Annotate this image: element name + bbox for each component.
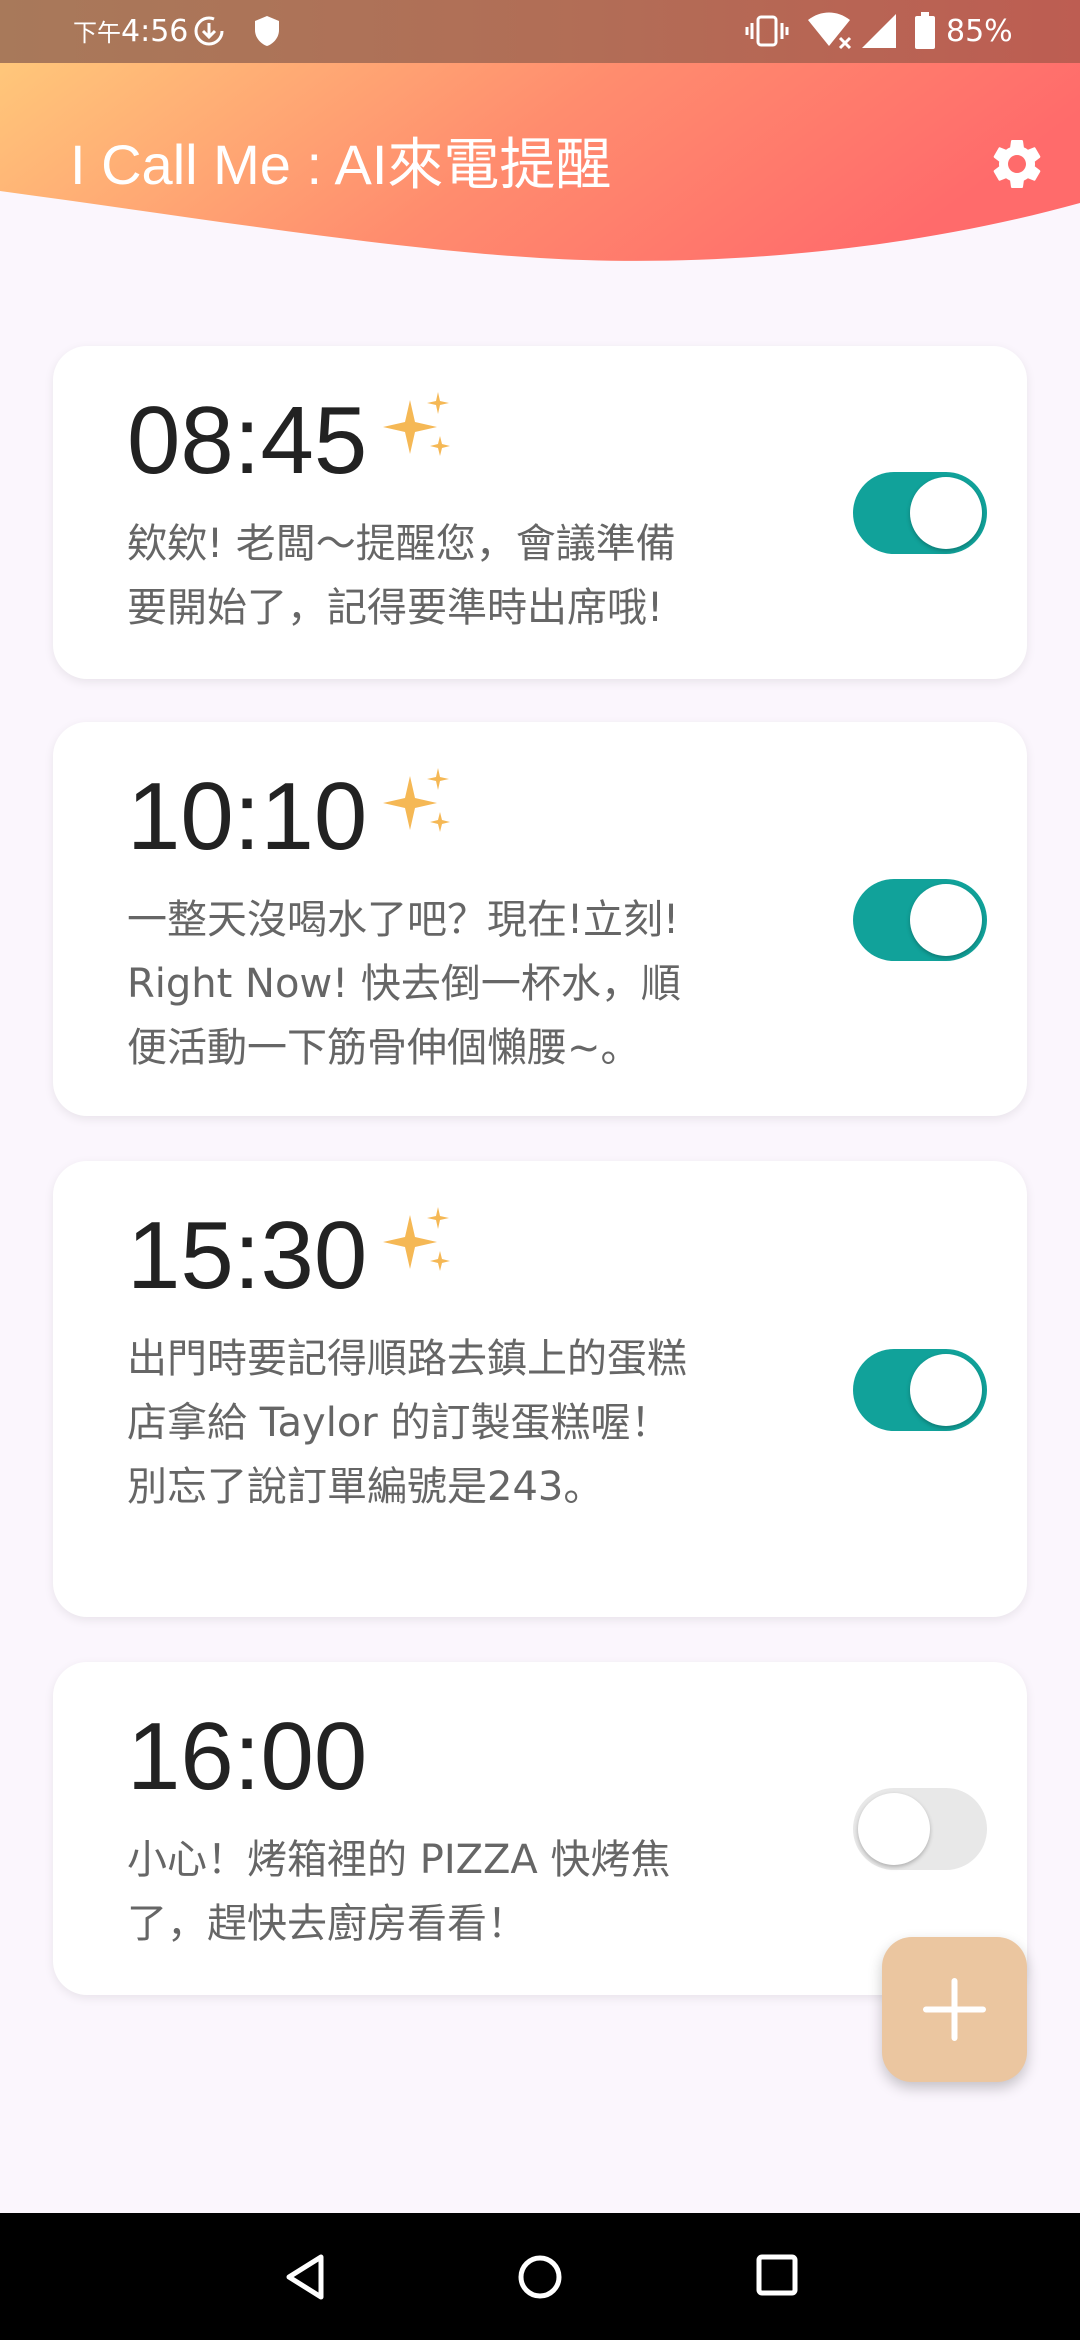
signal-icon (862, 14, 896, 48)
status-ampm: 下午 (73, 19, 121, 47)
plus-icon (923, 1978, 986, 2041)
status-bar: 下午4:56 85% (0, 0, 1080, 63)
reminder-time: 10:10 (127, 763, 368, 870)
reminder-time: 15:30 (127, 1202, 368, 1309)
reminder-toggle[interactable] (853, 1788, 987, 1870)
status-clock: 4:56 (121, 14, 189, 49)
wifi-icon (808, 12, 852, 50)
reminder-toggle[interactable] (853, 1349, 987, 1431)
status-time: 下午4:56 (73, 13, 188, 52)
download-icon (194, 16, 224, 46)
reminder-message: 出門時要記得順路去鎮上的蛋糕店拿給 Taylor 的訂製蛋糕喔！別忘了說訂單編號… (127, 1336, 687, 1510)
sparkle-icon (383, 392, 450, 456)
reminder-toggle[interactable] (853, 879, 987, 961)
reminder-message: 欸欸! 老闆～提醒您，會議準備要開始了，記得要準時出席哦! (127, 521, 676, 631)
reminder-card[interactable]: 15:30 出門時要記得順路去鎮上的蛋糕店拿給 Taylor 的訂製蛋糕喔！別忘… (53, 1161, 1027, 1617)
home-icon[interactable] (516, 2253, 564, 2301)
reminder-card[interactable]: 16:00 小心！烤箱裡的 PIZZA 快烤焦了，趕快去廚房看看！ (53, 1662, 1027, 1995)
reminder-card[interactable]: 10:10 一整天沒喝水了吧？現在!立刻! Right Now! 快去倒一杯水，… (53, 722, 1027, 1116)
sparkle-icon (383, 768, 450, 832)
gear-icon[interactable] (987, 134, 1047, 194)
shield-icon (255, 16, 279, 46)
reminder-time: 08:45 (127, 387, 368, 494)
vibrate-icon (745, 15, 789, 47)
sparkle-icon (383, 1207, 450, 1271)
reminder-card[interactable]: 08:45 欸欸! 老闆～提醒您，會議準備要開始了，記得要準時出席哦! (53, 346, 1027, 679)
toggle-knob (910, 884, 982, 956)
add-reminder-button[interactable] (882, 1937, 1027, 2082)
app-title: I Call Me : AI來電提醒 (70, 133, 612, 196)
battery-percent: 85% (946, 14, 1013, 49)
reminder-toggle[interactable] (853, 472, 987, 554)
battery-icon (915, 12, 935, 49)
toggle-knob (910, 477, 982, 549)
reminder-message: 小心！烤箱裡的 PIZZA 快烤焦了，趕快去廚房看看！ (127, 1837, 671, 1947)
reminder-time: 16:00 (127, 1703, 368, 1810)
toggle-knob (910, 1354, 982, 1426)
recent-apps-icon[interactable] (755, 2253, 799, 2297)
toggle-knob (858, 1793, 930, 1865)
back-icon[interactable] (283, 2253, 329, 2301)
reminder-message: 一整天沒喝水了吧？現在!立刻! Right Now! 快去倒一杯水，順便活動一下… (127, 897, 681, 1071)
